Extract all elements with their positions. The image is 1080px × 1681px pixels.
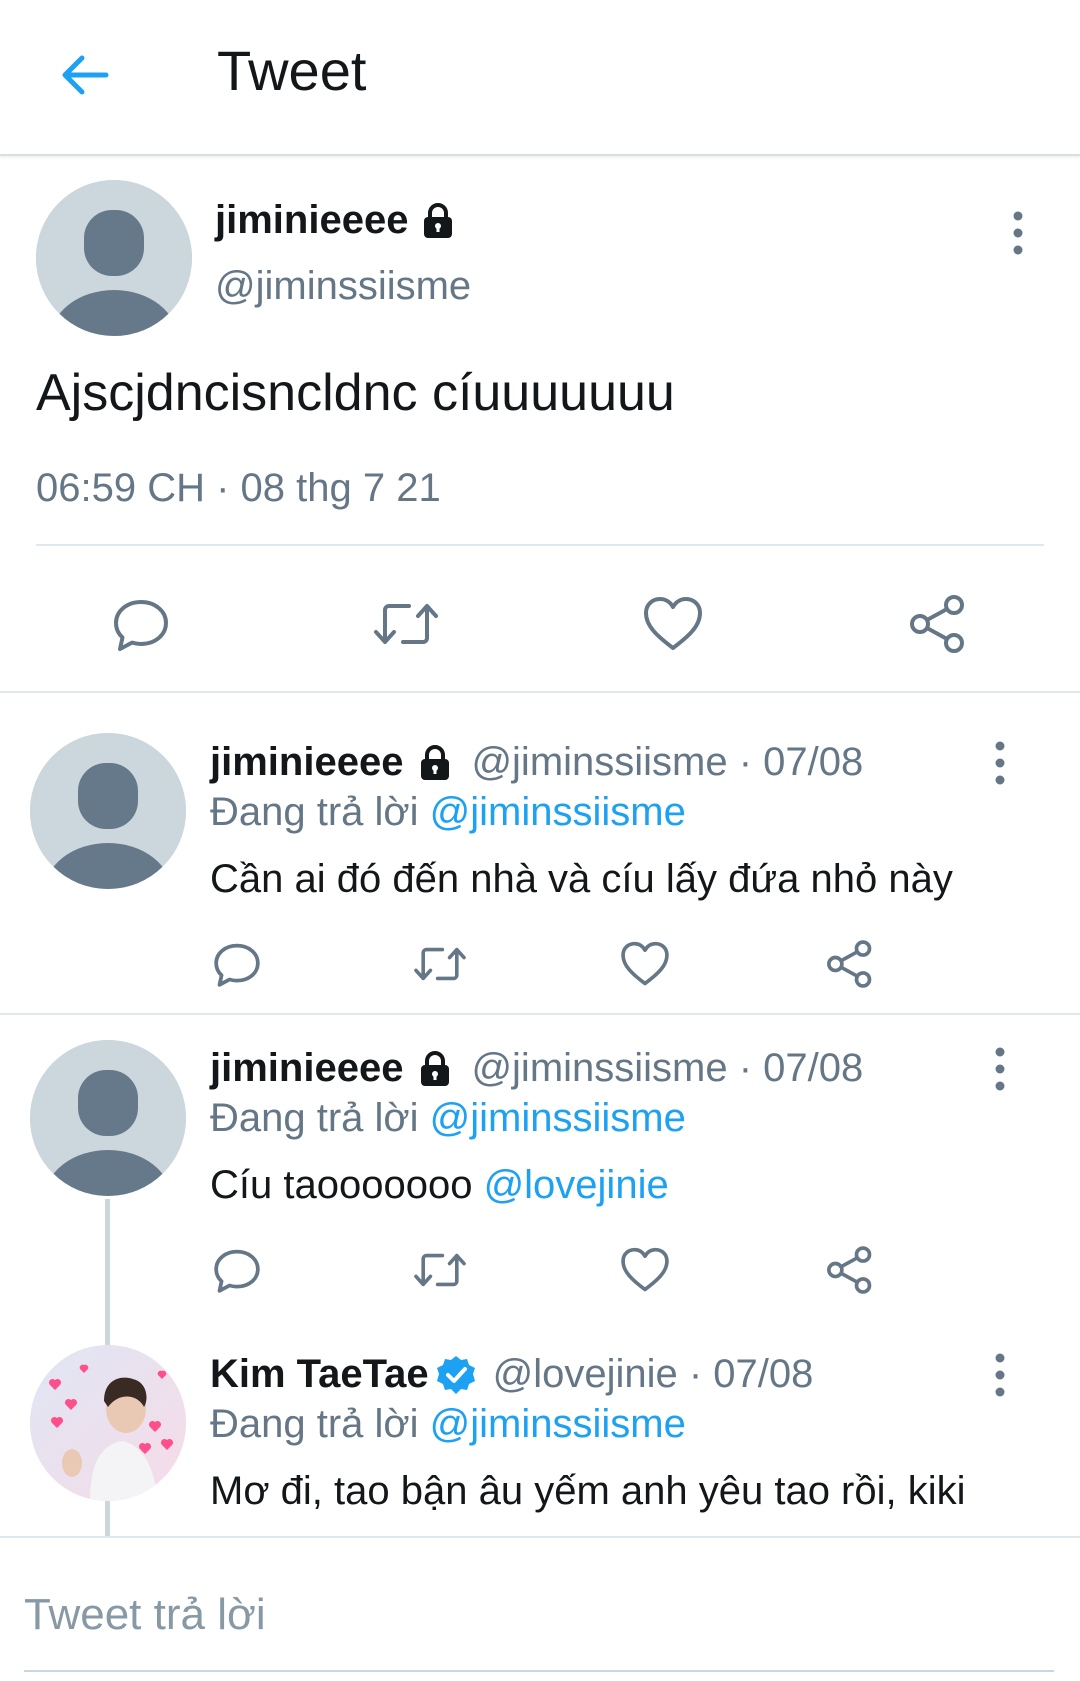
share-icon: [827, 1246, 872, 1294]
reply-text-body: Cần ai đó đến nhà và cíu lấy đứa nhỏ này: [210, 857, 953, 901]
reply-text: Cần ai đó đến nhà và cíu lấy đứa nhỏ này: [210, 857, 953, 902]
replying-label: Đang trả lời: [210, 790, 430, 834]
replying-label: Đang trả lời: [210, 1096, 430, 1140]
replying-to-line: Đang trả lời @jiminssiisme: [210, 790, 686, 835]
author-handle[interactable]: @jiminssiisme: [215, 264, 471, 309]
reply-icon: [214, 943, 260, 987]
retweet-icon: [414, 1253, 466, 1287]
like-icon: [621, 941, 669, 986]
reply-button[interactable]: [103, 586, 179, 662]
author-name[interactable]: jiminieeee: [210, 1046, 403, 1091]
more-options-button[interactable]: [980, 738, 1020, 788]
reply-button[interactable]: [209, 936, 265, 992]
more-vertical-icon: [995, 1353, 1005, 1397]
retweet-icon: [374, 604, 438, 644]
more-options-button[interactable]: [998, 208, 1038, 258]
reply-text: Mơ đi, tao bận âu yếm anh yêu tao rồi, k…: [210, 1469, 966, 1514]
share-icon: [910, 595, 964, 653]
avatar[interactable]: [36, 180, 192, 336]
share-icon: [827, 940, 872, 988]
tweet-timestamp: 06:59 CH · 08 thg 7 21: [36, 466, 441, 510]
more-options-button[interactable]: [980, 1044, 1020, 1094]
divider: [0, 1013, 1080, 1015]
main-tweet: jiminieeee @jiminssiisme Ajscjdncisncldn…: [0, 158, 1080, 693]
default-avatar-icon: [30, 1040, 186, 1196]
handle-and-date: @lovejinie · 07/08: [492, 1352, 814, 1396]
more-vertical-icon: [995, 741, 1005, 785]
share-button[interactable]: [822, 1242, 878, 1298]
mention-link[interactable]: @jiminssiisme: [430, 790, 686, 834]
like-icon: [621, 1247, 669, 1292]
lock-icon: [421, 1050, 450, 1086]
retweet-icon: [414, 947, 466, 981]
more-vertical-icon: [1013, 211, 1023, 255]
lock-icon: [421, 744, 450, 780]
replying-to-line: Đang trả lời @jiminssiisme: [210, 1096, 686, 1141]
reply-icon: [114, 600, 168, 651]
reply-text-body: Cíu taooooooo: [210, 1163, 484, 1207]
reply-header: jiminieeee @jiminssiisme · 07/08: [210, 1046, 863, 1091]
reply-compose-bar: [0, 1536, 1080, 1681]
author-name-row[interactable]: jiminieeee: [215, 198, 458, 243]
more-vertical-icon: [995, 1047, 1005, 1091]
avatar[interactable]: [30, 1345, 186, 1501]
replying-label: Đang trả lời: [210, 1402, 430, 1446]
share-button[interactable]: [822, 936, 878, 992]
lock-icon: [424, 202, 453, 238]
share-button[interactable]: [900, 586, 976, 662]
reply-header: Kim TaeTae @lovejinie · 07/08: [210, 1352, 813, 1397]
divider: [36, 544, 1044, 546]
like-button[interactable]: [617, 1242, 673, 1298]
retweet-button[interactable]: [412, 936, 468, 992]
mention-link[interactable]: @jiminssiisme: [430, 1096, 686, 1140]
avatar[interactable]: [30, 733, 186, 889]
back-button[interactable]: [50, 40, 120, 110]
page-title: Tweet: [217, 39, 367, 102]
input-underline: [24, 1670, 1054, 1672]
author-name: jiminieeee: [215, 198, 409, 242]
mention-link[interactable]: @jiminssiisme: [430, 1402, 686, 1446]
author-name[interactable]: jiminieeee: [210, 740, 403, 785]
reply-header: jiminieeee @jiminssiisme · 07/08: [210, 740, 863, 785]
like-button[interactable]: [617, 936, 673, 992]
top-app-bar: Tweet: [0, 0, 1080, 156]
mention-link[interactable]: @lovejinie: [484, 1163, 669, 1207]
avatar[interactable]: [30, 1040, 186, 1196]
replying-to-line: Đang trả lời @jiminssiisme: [210, 1402, 686, 1447]
more-options-button[interactable]: [980, 1350, 1020, 1400]
profile-photo: [30, 1345, 186, 1501]
handle-and-date: @jiminssiisme · 07/08: [471, 740, 864, 784]
tweet-text: Ajscjdncisncldnc cíuuuuuuu: [36, 364, 675, 422]
retweet-button[interactable]: [368, 586, 444, 662]
verified-badge-icon: [436, 1355, 475, 1394]
like-button[interactable]: [635, 586, 711, 662]
retweet-button[interactable]: [412, 1242, 468, 1298]
reply-text-body: Mơ đi, tao bận âu yếm anh yêu tao rồi, k…: [210, 1469, 966, 1513]
like-icon: [644, 597, 702, 650]
back-arrow-icon: [62, 55, 109, 95]
default-avatar-icon: [30, 733, 186, 889]
reply-input[interactable]: [24, 1580, 1054, 1650]
reply-text: Cíu taooooooo @lovejinie: [210, 1163, 669, 1208]
default-avatar-icon: [36, 180, 192, 336]
handle-and-date: @jiminssiisme · 07/08: [471, 1046, 864, 1090]
reply-icon: [214, 1249, 260, 1293]
author-name[interactable]: Kim TaeTae: [210, 1352, 429, 1397]
reply-button[interactable]: [209, 1242, 265, 1298]
